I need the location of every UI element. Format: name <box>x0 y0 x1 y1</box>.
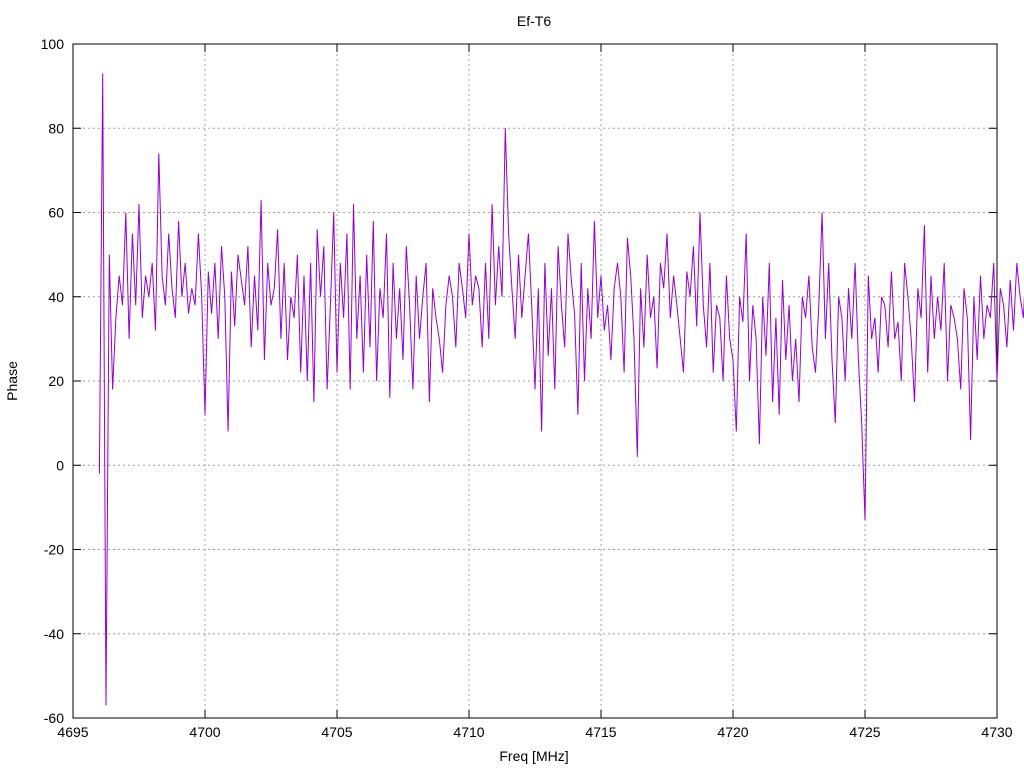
y-tick-label: -40 <box>44 626 64 642</box>
x-tick-label: 4725 <box>849 724 880 740</box>
x-tick-label: 4695 <box>57 724 88 740</box>
series-line-phase <box>98 73 1024 706</box>
y-tick-label: 80 <box>48 120 64 136</box>
y-tick-label: 0 <box>56 457 64 473</box>
y-tick-label: -60 <box>44 710 64 726</box>
x-tick-label: 4730 <box>981 724 1012 740</box>
x-tick-label: 4715 <box>585 724 616 740</box>
phase-chart: 4695 4700 4705 4710 4715 4720 4725 4730 -60 -40 -2… <box>4 13 1024 764</box>
x-tick-label: 4710 <box>453 724 484 740</box>
x-axis-title: Freq [MHz] <box>499 748 568 764</box>
y-tick-label: -20 <box>44 542 64 558</box>
y-axis-title: Phase <box>4 361 20 401</box>
x-tick-label: 4705 <box>321 724 352 740</box>
x-tick-label: 4720 <box>717 724 748 740</box>
chart-title: Ef-T6 <box>517 13 551 29</box>
x-tick-label: 4700 <box>189 724 220 740</box>
y-tick-label: 100 <box>41 36 65 52</box>
y-tick-label: 40 <box>48 289 64 305</box>
y-tick-label: 60 <box>48 205 64 221</box>
y-tick-label: 20 <box>48 373 64 389</box>
